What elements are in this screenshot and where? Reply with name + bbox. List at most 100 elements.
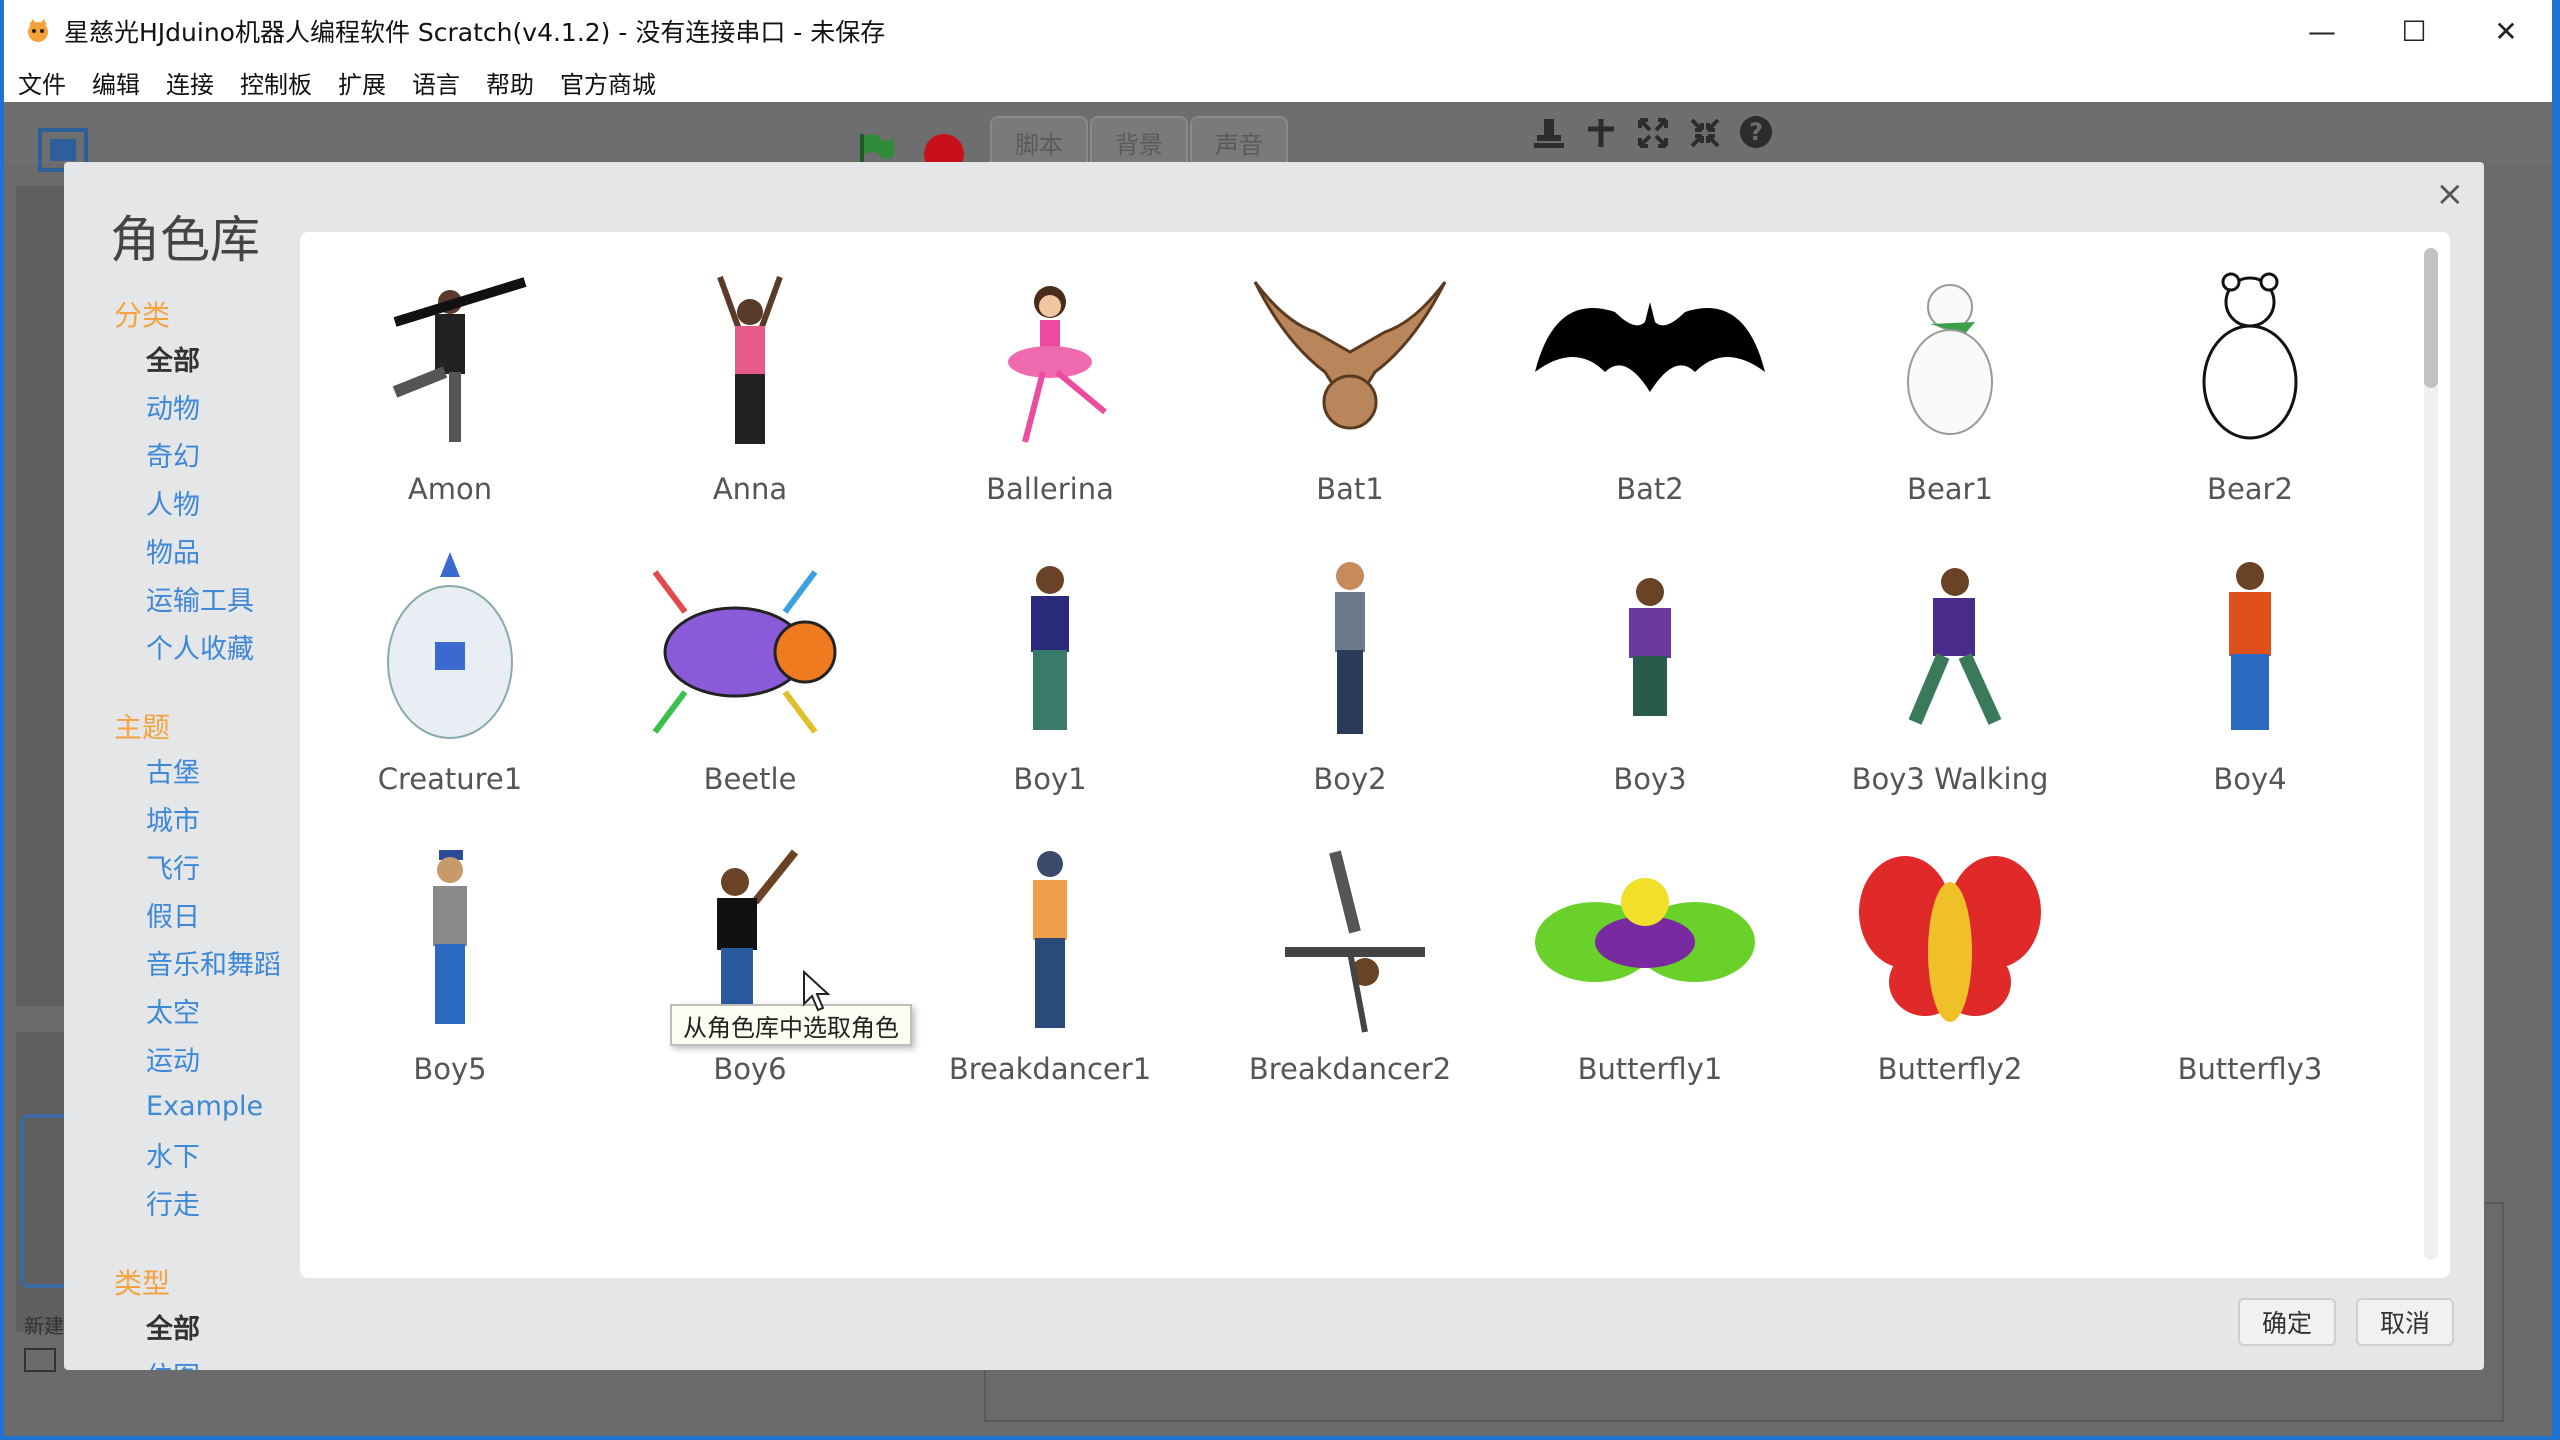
sprite-name: Bear2 (2207, 472, 2293, 506)
window-controls: — ☐ ✕ (2276, 0, 2552, 62)
cancel-button[interactable]: 取消 (2356, 1298, 2454, 1346)
theme-space[interactable]: 太空 (64, 986, 299, 1034)
sprite-item[interactable]: Boy3 Walking (1800, 552, 2100, 842)
sprite-item[interactable]: Butterfly1 (1500, 842, 1800, 1132)
sprite-item[interactable]: Bat1 (1200, 262, 1500, 552)
category-people[interactable]: 人物 (64, 478, 299, 526)
section-heading-theme: 主题 (114, 711, 171, 744)
sprite-item[interactable]: Creature1 (300, 552, 600, 842)
theme-music-dance[interactable]: 音乐和舞蹈 (64, 938, 299, 986)
menu-language[interactable]: 语言 (412, 65, 460, 100)
section-heading-category: 分类 (114, 299, 171, 332)
maximize-button[interactable]: ☐ (2368, 0, 2460, 62)
tab-backdrops[interactable]: 背景 (1090, 116, 1188, 168)
boy-cap-icon (325, 842, 575, 1042)
sprite-name: Boy3 Walking (1851, 762, 2049, 796)
menu-store[interactable]: 官方商城 (560, 65, 656, 100)
theme-walking[interactable]: 行走 (64, 1178, 299, 1226)
sprite-name: Beetle (703, 762, 797, 796)
scrollbar-track[interactable] (2424, 248, 2438, 1260)
boy-purple-icon (1525, 552, 1775, 752)
sprite-name: Breakdancer2 (1248, 1052, 1452, 1086)
sprite-item[interactable]: Anna (600, 262, 900, 552)
empty-thumb-icon (2125, 842, 2375, 1042)
category-favorites[interactable]: 个人收藏 (64, 622, 299, 670)
butterfly-red-icon (1825, 842, 2075, 1042)
sprite-item[interactable]: Bat2 (1500, 262, 1800, 552)
category-all[interactable]: 全部 (64, 334, 299, 382)
sprite-item[interactable]: Amon (300, 262, 600, 552)
dialog-close-icon[interactable]: × (2436, 174, 2465, 214)
sprite-name: Bat1 (1316, 472, 1384, 506)
sprite-item[interactable]: Butterfly3 (2100, 842, 2400, 1132)
sprite-item[interactable]: Boy5 (300, 842, 600, 1132)
theme-castle[interactable]: 古堡 (64, 746, 299, 794)
boy-orange-icon (2125, 552, 2375, 752)
image-icon[interactable] (24, 1348, 56, 1372)
close-window-button[interactable]: ✕ (2460, 0, 2552, 62)
sprite-item[interactable]: Breakdancer2 (1200, 842, 1500, 1132)
type-bitmap[interactable]: 位图 (64, 1350, 299, 1371)
tooltip: 从角色库中选取角色 (670, 1004, 912, 1046)
breakdancer-orange-icon (925, 842, 1175, 1042)
sprite-name: Amon (407, 472, 493, 506)
sprite-item[interactable]: Boy6 (600, 842, 900, 1132)
sprite-name: Anna (712, 472, 788, 506)
sprite-item[interactable]: Breakdancer1 (900, 842, 1200, 1132)
sprite-item[interactable]: Beetle (600, 552, 900, 842)
type-all[interactable]: 全部 (64, 1302, 299, 1350)
sprite-thumbnail[interactable] (20, 1114, 70, 1288)
theme-sports[interactable]: 运动 (64, 1034, 299, 1082)
tab-scripts[interactable]: 脚本 (990, 116, 1088, 168)
breakdancer-handstand-icon (1225, 842, 1475, 1042)
tab-sounds[interactable]: 声音 (1190, 116, 1288, 168)
menu-bar: 文件 编辑 连接 控制板 扩展 语言 帮助 官方商城 (4, 62, 2552, 102)
menu-connect[interactable]: 连接 (166, 65, 214, 100)
menu-file[interactable]: 文件 (18, 65, 66, 100)
sprite-item[interactable]: Bear2 (2100, 262, 2400, 552)
theme-holiday[interactable]: 假日 (64, 890, 299, 938)
sprite-item[interactable]: Boy4 (2100, 552, 2400, 842)
sprite-item[interactable]: Ballerina (900, 262, 1200, 552)
sprite-name: Creature1 (377, 762, 523, 796)
sprite-tools: ? (1532, 116, 1772, 150)
sprite-library-dialog: × 角色库 分类 全部 动物 奇幻 人物 物品 运输工具 个人收藏 主题 古堡 … (64, 162, 2484, 1370)
brown-bat-icon (1225, 262, 1475, 462)
category-sidebar: 分类 全部 动物 奇幻 人物 物品 运输工具 个人收藏 主题 古堡 城市 飞行 … (64, 282, 299, 1370)
shrink-icon[interactable] (1688, 116, 1722, 150)
ballerina-pink-icon (925, 262, 1175, 462)
theme-underwater[interactable]: 水下 (64, 1130, 299, 1178)
help-icon[interactable]: ? (1740, 116, 1772, 148)
sprite-item[interactable]: Boy3 (1500, 552, 1800, 842)
title-bar: 星慈光HJduino机器人编程软件 Scratch(v4.1.2) - 没有连接… (4, 0, 2552, 62)
girl-arms-up-icon (625, 262, 875, 462)
category-things[interactable]: 物品 (64, 526, 299, 574)
dialog-title: 角色库 (110, 211, 260, 269)
ok-button[interactable]: 确定 (2238, 1298, 2336, 1346)
purple-beetle-icon (625, 552, 875, 752)
category-animals[interactable]: 动物 (64, 382, 299, 430)
menu-extensions[interactable]: 扩展 (338, 65, 386, 100)
theme-flying[interactable]: 飞行 (64, 842, 299, 890)
menu-edit[interactable]: 编辑 (92, 65, 140, 100)
theme-city[interactable]: 城市 (64, 794, 299, 842)
theme-example[interactable]: Example (64, 1082, 299, 1130)
new-sprite-label: 新建 (24, 1314, 64, 1338)
menu-board[interactable]: 控制板 (240, 65, 312, 100)
yeti-creature-icon (325, 552, 575, 752)
minimize-button[interactable]: — (2276, 0, 2368, 62)
dancer-figure-icon (325, 262, 575, 462)
category-transport[interactable]: 运输工具 (64, 574, 299, 622)
sprite-name: Bat2 (1616, 472, 1684, 506)
menu-help[interactable]: 帮助 (486, 65, 534, 100)
sprite-item[interactable]: Butterfly2 (1800, 842, 2100, 1132)
grow-icon[interactable] (1636, 116, 1670, 150)
sprite-item[interactable]: Boy1 (900, 552, 1200, 842)
stamp-icon[interactable] (1532, 116, 1566, 150)
scrollbar-thumb[interactable] (2424, 248, 2438, 388)
cut-icon[interactable] (1584, 116, 1618, 150)
section-heading-type: 类型 (114, 1267, 171, 1300)
sprite-item[interactable]: Boy2 (1200, 552, 1500, 842)
category-fantasy[interactable]: 奇幻 (64, 430, 299, 478)
sprite-item[interactable]: Bear1 (1800, 262, 2100, 552)
